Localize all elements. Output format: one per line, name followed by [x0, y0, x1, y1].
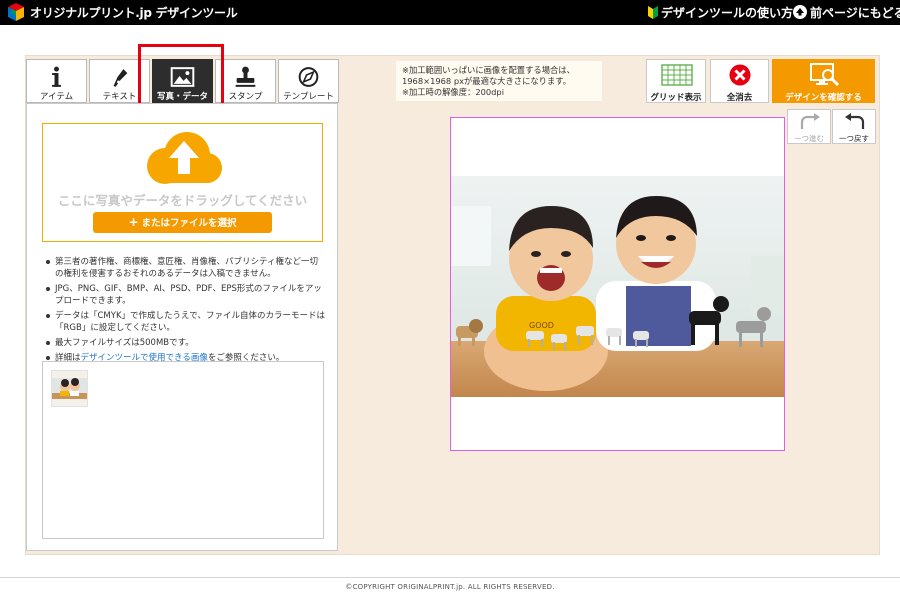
drop-instruction: ここに写真やデータをドラッグしてください — [57, 193, 308, 208]
placed-photo[interactable]: GOOD — [451, 176, 784, 397]
grid-icon — [661, 64, 693, 86]
notice-line: ※加工時の解像度：200dpi — [402, 87, 505, 97]
select-file-label: またはファイルを選択 — [141, 218, 237, 229]
tab-item-label: アイテム — [39, 92, 74, 102]
svg-text:GOOD: GOOD — [529, 321, 554, 330]
note-item: JPG、PNG、GIF、BMP、AI、PSD、PDF、EPS形式のファイルをアッ… — [43, 283, 325, 307]
confirm-design-button[interactable]: デザインを確認する — [772, 59, 875, 103]
redo-arrow-icon — [800, 113, 820, 129]
tab-photo-data-label: 写真・データ — [156, 92, 208, 102]
photo-data-panel: ここに写真やデータをドラッグしてください + またはファイルを選択 第三者の著作権… — [26, 103, 338, 551]
back-arrow-icon — [793, 5, 807, 19]
notice-line: 1968×1968 pxが最適な大きさになります。 — [402, 76, 572, 86]
back-link-label: 前ページにもどる — [810, 6, 900, 20]
redo-button[interactable]: 一つ進む — [787, 109, 831, 144]
tab-stamp-label: スタンプ — [228, 92, 263, 102]
grid-toggle-button[interactable]: グリッド表示 — [646, 59, 706, 103]
tab-item[interactable]: アイテム — [26, 59, 87, 103]
select-file-button[interactable]: + またはファイルを選択 — [93, 212, 272, 233]
tab-text[interactable]: テキスト — [89, 59, 150, 103]
tab-text-label: テキスト — [102, 92, 137, 102]
footer-divider — [0, 577, 900, 578]
image-icon — [170, 67, 195, 87]
grid-toggle-label: グリッド表示 — [650, 93, 702, 103]
clear-all-label: 全消去 — [726, 93, 753, 103]
tab-template-label: テンプレート — [283, 92, 334, 102]
note-item: データは「CMYK」で作成したうえで、ファイル自体のカラーモードは「RGB」に設… — [43, 310, 325, 334]
kids-photo-illustration: GOOD — [451, 176, 784, 397]
copyright: ©COPYRIGHT ORIGINALPRINT.jp. ALL RIGHTS … — [345, 583, 555, 591]
clear-all-button[interactable]: 全消去 — [710, 59, 769, 103]
help-link[interactable]: デザインツールの使い方 — [648, 4, 793, 21]
notice-line: ※加工範囲いっぱいに画像を配置する場合は、 — [402, 65, 575, 75]
uploaded-image-thumbnail[interactable] — [51, 370, 88, 407]
thumbnail-photo — [52, 371, 87, 406]
uploaded-images-list — [42, 361, 324, 539]
brand-title: オリジナルプリント.jp デザインツール — [30, 6, 238, 20]
upload-notes: 第三者の著作権、商標権、意匠権、肖像権、パブリシティ権など一切の権利を侵害するお… — [43, 256, 325, 367]
note-item: 第三者の著作権、商標権、意匠権、肖像権、パブリシティ権など一切の権利を侵害するお… — [43, 256, 325, 280]
cloud-upload-icon — [147, 132, 222, 184]
stamp-icon — [235, 66, 256, 87]
tab-template[interactable]: テンプレート — [278, 59, 339, 103]
back-link[interactable]: 前ページにもどる — [793, 4, 900, 21]
undo-label: 一つ戻す — [839, 134, 869, 143]
help-link-label: デザインツールの使い方 — [661, 6, 794, 20]
pen-icon — [113, 69, 128, 87]
undo-button[interactable]: 一つ戻す — [832, 109, 876, 144]
note-item: 最大ファイルサイズは500MBです。 — [43, 337, 325, 349]
top-bar: オリジナルプリント.jp デザインツール デザインツールの使い方 前ページにもど… — [0, 0, 900, 25]
preview-monitor-icon — [810, 63, 840, 87]
confirm-design-label: デザインを確認する — [785, 93, 862, 103]
tool-tabs: アイテム テキスト 写真・データ スタンプ テンプレート — [26, 59, 339, 103]
compass-icon — [298, 67, 319, 87]
logo-cube-icon — [8, 3, 24, 21]
beginner-leaf-icon — [648, 6, 658, 19]
clear-x-icon — [729, 64, 751, 86]
tab-stamp[interactable]: スタンプ — [215, 59, 276, 103]
undo-arrow-icon — [845, 113, 865, 129]
plus-icon: + — [128, 215, 139, 229]
tab-photo-data[interactable]: 写真・データ — [152, 59, 213, 103]
info-icon — [52, 66, 61, 87]
resolution-notice: ※加工範囲いっぱいに画像を配置する場合は、 1968×1968 pxが最適な大き… — [396, 61, 602, 101]
redo-label: 一つ進む — [794, 134, 824, 143]
upload-dropzone[interactable]: ここに写真やデータをドラッグしてください + またはファイルを選択 — [42, 123, 323, 242]
